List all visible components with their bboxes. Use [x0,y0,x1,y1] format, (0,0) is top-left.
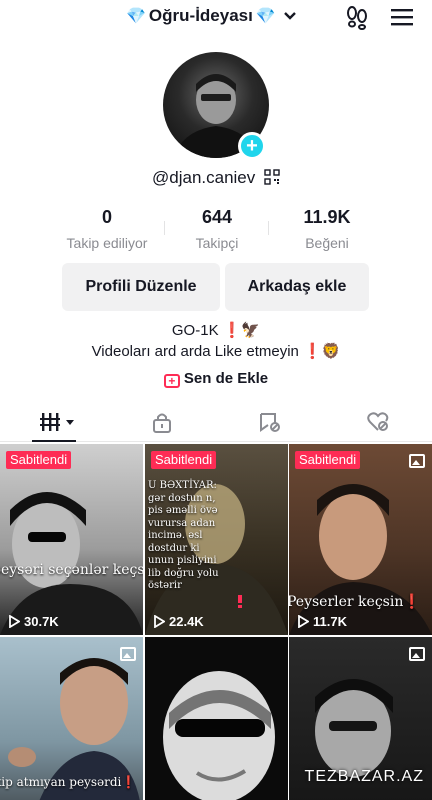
heart-hidden-icon [367,412,389,431]
pinned-badge: Sabitlendi [151,451,217,469]
stats-divider [268,221,269,235]
bio-line-1: GO-1K ❗🦅 [171,322,261,339]
pinned-badge: Sabitlendi [6,451,72,469]
thumbnail-figure [163,671,275,800]
view-count-text: 30.7K [24,614,59,629]
content-tabs [0,404,432,442]
video-caption: Peyserler keçsin❗ [289,594,421,610]
play-icon [298,615,309,628]
edit-profile-button[interactable]: Profili Düzenle [62,263,220,311]
add-friend-button[interactable]: Arkadaş ekle [225,263,369,311]
add-yours-icon: + [163,374,180,388]
menu-icon[interactable] [389,4,415,30]
overlay-quote: U BƏXTİYAR: gər dostun n, pis əməlli övə… [148,480,219,591]
stat-following[interactable]: 0 Takip ediliyor [52,207,162,253]
active-tab-indicator [32,440,76,442]
tab-private[interactable] [150,410,174,434]
followers-count: 644 [201,207,233,227]
video-caption: peysəri seçənlər keçsin [0,562,143,578]
gem-emoji-right: 💎 [255,8,276,25]
username-text: @djan.caniev [152,168,256,187]
tab-videos[interactable] [38,410,78,434]
username: @djan.caniev [0,168,432,188]
photo-icon [409,647,425,661]
tab-reposts[interactable] [256,410,284,434]
video-caption: kip atmıyan peysərdi❗ [0,775,137,789]
lock-icon [153,413,171,433]
add-avatar-button[interactable]: + [238,132,266,160]
stats-row: 0 Takip ediliyor 644 Takipçi 11.9K Beğen… [52,207,382,253]
chevron-down-icon [283,12,296,20]
bookmark-hidden-icon [260,413,280,432]
bio-line-2: Videoları ard arda Like etmeyin ❗🦁 [91,343,341,360]
pinned-badge: Sabitlendi [295,451,361,469]
footprints-icon[interactable] [344,4,370,30]
view-count: 22.4K [153,614,204,629]
view-count: 30.7K [8,614,59,629]
add-yours-label: Sen de Ekle [183,370,269,387]
tab-liked[interactable] [364,410,392,434]
photo-icon [120,647,136,661]
play-icon [154,615,165,628]
stats-divider [164,221,165,235]
qr-code-icon[interactable] [264,169,280,185]
thumbnail-figure [0,492,143,635]
video-tile[interactable]: Sabitlendi peysəri seçənlər keçsin 30.7K [0,444,143,635]
video-tile[interactable]: kip atmıyan peysərdi❗ [0,637,143,800]
account-name: Oğru-İdeyası [148,6,253,25]
view-count-text: 22.4K [169,614,204,629]
account-switcher[interactable]: 💎 Oğru-İdeyası 💎 [126,5,297,27]
followers-label: Takipçi [195,235,239,251]
play-icon [9,615,20,628]
grid-icon [40,413,74,431]
video-tile[interactable] [145,637,288,800]
video-tile[interactable]: Sabitlendi Peyserler keçsin❗ 11.7K [289,444,432,635]
following-label: Takip ediliyor [66,235,148,251]
view-count: 11.7K [297,614,347,629]
gem-emoji-left: 💎 [126,8,146,25]
stat-followers[interactable]: 644 Takipçi [162,207,272,253]
photo-icon [409,454,425,468]
exclamation-icon [238,595,242,608]
view-count-text: 11.7K [313,614,347,629]
following-count: 0 [101,207,112,227]
stat-likes[interactable]: 11.9K Beğeni [272,207,382,253]
watermark: TEZBAZAR.AZ [304,768,424,785]
add-yours-link[interactable]: + Sen de Ekle [0,370,432,388]
top-bar: 💎 Oğru-İdeyası 💎 [0,0,432,34]
likes-label: Beğeni [305,235,349,251]
video-tile[interactable]: U BƏXTİYAR: gər dostun n, pis əməlli övə… [145,444,288,635]
likes-count: 11.9K [303,207,351,227]
